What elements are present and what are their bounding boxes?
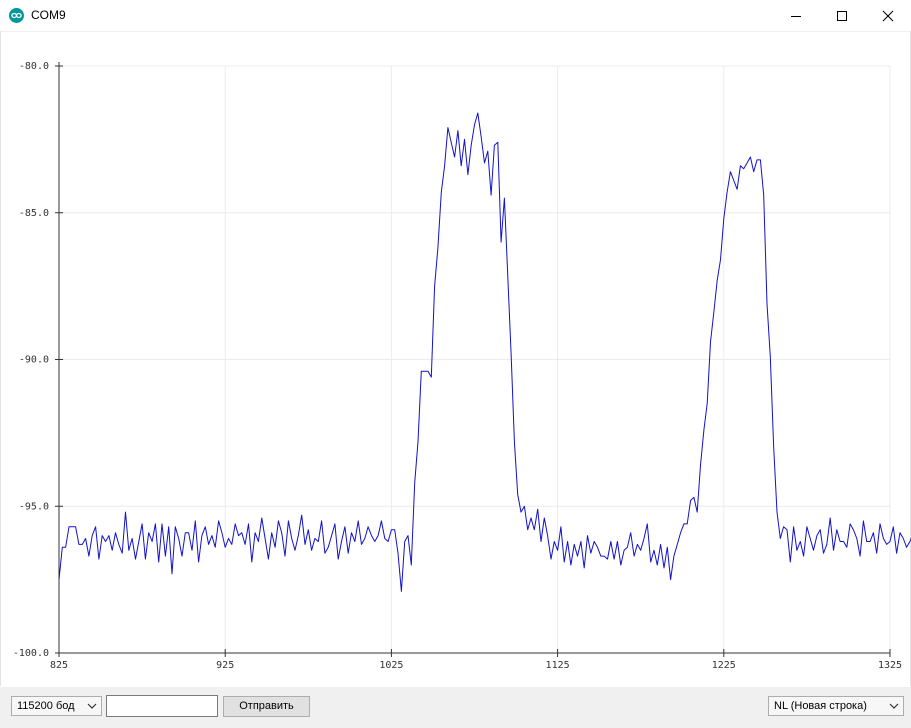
y-tick-label: -80.0	[19, 61, 49, 72]
baud-rate-value: 115200 бод	[17, 700, 75, 712]
chevron-down-icon	[889, 703, 899, 709]
x-tick-label: 1025	[379, 660, 403, 671]
series-layer	[58, 112, 911, 592]
maximize-icon	[837, 10, 847, 21]
arduino-icon	[9, 8, 24, 23]
line-ending-value: NL (Новая строка)	[774, 700, 867, 712]
message-input[interactable]	[106, 695, 218, 717]
line-ending-select[interactable]: NL (Новая строка)	[768, 696, 904, 716]
chevron-down-icon	[87, 703, 97, 709]
x-tick-label: 1125	[546, 660, 570, 671]
close-icon	[882, 10, 894, 21]
y-tick-label: -100.0	[13, 648, 49, 659]
x-tick-label: 1325	[878, 660, 902, 671]
y-tick-label: -85.0	[19, 208, 49, 219]
minimize-icon	[791, 15, 801, 17]
y-tick-label: -95.0	[19, 501, 49, 512]
chart-axes: -80.0 -85.0 -90.0 -95.0 -100.0825 925 1025 1125…	[13, 61, 902, 671]
x-tick-label: 1225	[712, 660, 736, 671]
series-line	[58, 112, 911, 592]
title-bar: COM9	[0, 0, 911, 32]
serial-plotter-area: -80.0 -85.0 -90.0 -95.0 -100.0 825 925 1025 1125…	[0, 31, 911, 686]
baud-rate-select[interactable]: 115200 бод	[11, 696, 102, 716]
maximize-button[interactable]	[819, 0, 865, 31]
bottom-toolbar: 115200 бод Отправить NL (Новая строка)	[0, 687, 911, 728]
x-tick-label: 925	[216, 660, 234, 671]
x-tick-label: 825	[50, 660, 68, 671]
serial-plot-chart: -80.0 -85.0 -90.0 -95.0 -100.0825 925 1025 1125…	[13, 61, 911, 671]
window-title: COM9	[31, 8, 66, 22]
minimize-button[interactable]	[773, 0, 819, 31]
send-button[interactable]: Отправить	[223, 696, 310, 717]
y-tick-label: -90.0	[19, 355, 49, 366]
close-button[interactable]	[865, 0, 911, 31]
grid-lines	[58, 65, 891, 654]
